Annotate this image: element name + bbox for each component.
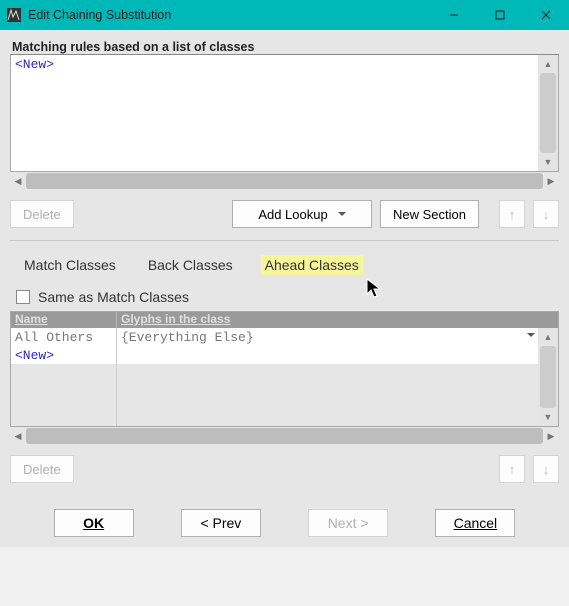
- table-row[interactable]: <New>: [11, 346, 538, 364]
- hscroll-track[interactable]: [26, 428, 543, 444]
- table-header: Name Glyphs in the class: [11, 312, 558, 328]
- move-class-down-button[interactable]: ↓: [533, 455, 559, 483]
- same-as-match-label: Same as Match Classes: [38, 289, 189, 305]
- scroll-right-icon[interactable]: ▶: [543, 428, 559, 444]
- delete-class-button[interactable]: Delete: [10, 455, 74, 483]
- table-body: All Others {Everything Else} <New>: [11, 328, 538, 426]
- ok-label: OK: [83, 515, 104, 531]
- divider: [10, 240, 559, 241]
- scroll-left-icon[interactable]: ◀: [10, 428, 26, 444]
- rules-new-item[interactable]: <New>: [15, 57, 534, 72]
- scroll-track[interactable]: [540, 73, 556, 153]
- classes-button-row: Delete ↑ ↓: [10, 455, 559, 483]
- move-rule-up-button[interactable]: ↑: [499, 200, 525, 228]
- ok-button[interactable]: OK: [54, 509, 134, 537]
- column-header-name[interactable]: Name: [11, 312, 117, 328]
- maximize-button[interactable]: [477, 0, 523, 30]
- close-button[interactable]: [523, 0, 569, 30]
- scroll-right-icon[interactable]: ▶: [543, 173, 559, 189]
- rules-vertical-scrollbar[interactable]: ▲ ▼: [538, 55, 558, 171]
- app-icon: [6, 7, 22, 23]
- rules-listbox[interactable]: <New> ▲ ▼: [10, 54, 559, 172]
- scroll-down-icon[interactable]: ▼: [538, 408, 558, 426]
- rules-label: Matching rules based on a list of classe…: [10, 40, 559, 54]
- prev-button[interactable]: < Prev: [181, 509, 261, 537]
- move-rule-down-button[interactable]: ↓: [533, 200, 559, 228]
- tab-match-classes[interactable]: Match Classes: [20, 255, 120, 275]
- cell-name-new[interactable]: <New>: [11, 346, 117, 364]
- cancel-label: Cancel: [454, 515, 498, 531]
- scroll-up-icon[interactable]: ▲: [538, 55, 558, 73]
- client-area: Matching rules based on a list of classe…: [0, 30, 569, 547]
- scroll-down-icon[interactable]: ▼: [538, 153, 558, 171]
- column-header-glyphs[interactable]: Glyphs in the class: [117, 312, 558, 328]
- cell-glyphs[interactable]: {Everything Else}: [117, 330, 538, 345]
- hscroll-track[interactable]: [26, 173, 543, 189]
- table-row[interactable]: All Others {Everything Else}: [11, 328, 538, 346]
- delete-rule-button[interactable]: Delete: [10, 200, 74, 228]
- scroll-left-icon[interactable]: ◀: [10, 173, 26, 189]
- minimize-button[interactable]: [431, 0, 477, 30]
- new-section-button[interactable]: New Section: [380, 200, 479, 228]
- table-vertical-scrollbar[interactable]: ▲ ▼: [538, 328, 558, 426]
- scroll-up-icon[interactable]: ▲: [538, 328, 558, 346]
- cancel-button[interactable]: Cancel: [435, 509, 515, 537]
- same-as-match-checkbox[interactable]: [16, 290, 30, 304]
- class-tabs: Match Classes Back Classes Ahead Classes: [10, 255, 559, 275]
- same-as-match-row: Same as Match Classes: [10, 289, 559, 305]
- classes-table[interactable]: Name Glyphs in the class All Others {Eve…: [10, 311, 559, 427]
- footer-buttons: OK < Prev Next > Cancel: [10, 509, 559, 537]
- window-title: Edit Chaining Substitution: [28, 8, 431, 22]
- cell-glyphs-text: {Everything Else}: [121, 330, 254, 345]
- add-lookup-dropdown[interactable]: Add Lookup: [232, 200, 372, 228]
- table-row: [11, 364, 538, 426]
- scroll-track[interactable]: [540, 346, 556, 408]
- cell-name[interactable]: All Others: [11, 328, 117, 346]
- next-button[interactable]: Next >: [308, 509, 388, 537]
- rules-horizontal-scrollbar[interactable]: ◀ ▶: [10, 172, 559, 190]
- move-class-up-button[interactable]: ↑: [499, 455, 525, 483]
- table-horizontal-scrollbar[interactable]: ◀ ▶: [10, 427, 559, 445]
- tab-back-classes[interactable]: Back Classes: [144, 255, 237, 275]
- tab-ahead-classes[interactable]: Ahead Classes: [261, 255, 363, 275]
- titlebar: Edit Chaining Substitution: [0, 0, 569, 30]
- chevron-down-icon[interactable]: [527, 333, 535, 341]
- rules-button-row: Delete Add Lookup New Section ↑ ↓: [10, 200, 559, 228]
